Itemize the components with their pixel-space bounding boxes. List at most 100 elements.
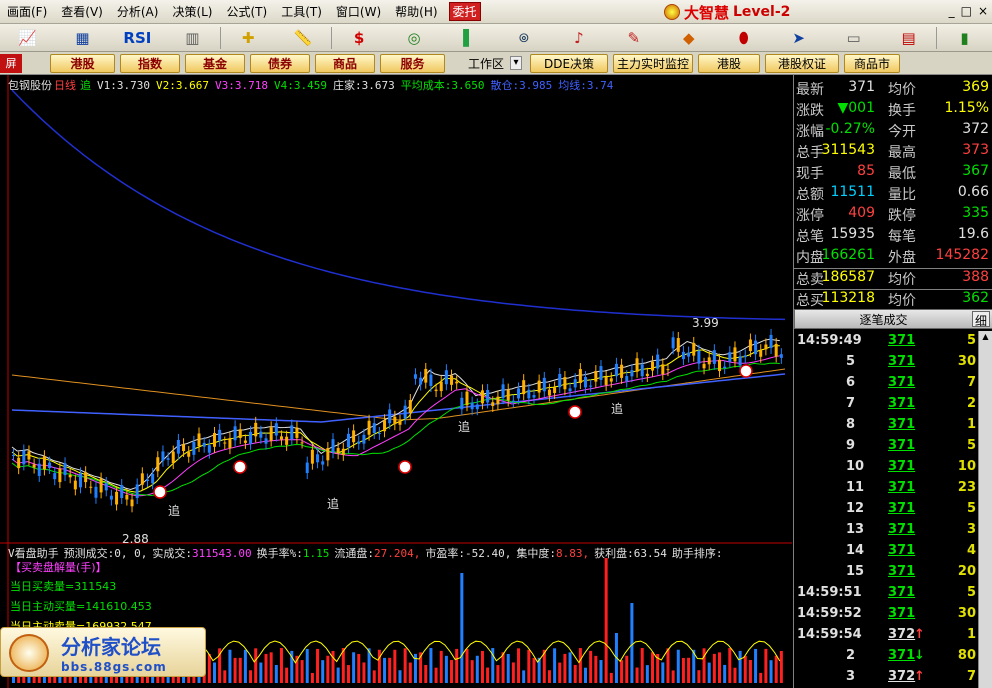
ma-value-3: 3.459 [293, 79, 327, 92]
monitor-icon[interactable]: ▭ [835, 26, 872, 50]
brand: 大智慧 Level-2 [664, 2, 790, 22]
tick-row: 3 372 ↑ 7 [794, 669, 976, 688]
nav-button-0[interactable]: 港股 [50, 53, 115, 73]
menu-item-5[interactable]: 工具(T) [274, 3, 329, 20]
kline-chart[interactable]: 3.992.88追 追追追 [0, 75, 792, 688]
menu-item-order[interactable]: 委托 [448, 2, 481, 21]
nav-left-tab[interactable]: 屏 [0, 53, 22, 73]
volume-bar [738, 650, 742, 683]
window-icon[interactable]: ▤ [890, 26, 927, 50]
books-icon[interactable]: ▮ [946, 26, 983, 50]
candle-body [764, 344, 768, 350]
menu-item-1[interactable]: 查看(V) [54, 3, 110, 20]
workspace-dropdown-icon[interactable]: ▾ [510, 56, 523, 70]
tick-chart-icon[interactable]: ▦ [64, 26, 101, 50]
kline-chart-icon[interactable]: 📈 [9, 26, 46, 50]
volume-bar [645, 665, 649, 683]
menu-item-3[interactable]: 决策(L) [165, 3, 219, 20]
nav-button2-2[interactable]: 港股 [698, 53, 761, 73]
ma-value-1: 3.667 [175, 79, 209, 92]
scroll-up-icon[interactable]: ▲ [980, 332, 991, 343]
workspace-label[interactable]: 工作区 [462, 55, 510, 72]
tick-volume: 10 [957, 459, 976, 474]
tick-price: 371 [888, 417, 916, 432]
tick-time: 14:59:49 [797, 333, 862, 348]
candle-body [161, 451, 165, 461]
nav-button-5[interactable]: 服务 [380, 53, 445, 73]
nav-button-2[interactable]: 基金 [185, 53, 245, 73]
nav-button-4[interactable]: 商品 [315, 53, 375, 73]
nav-button2-4[interactable]: 商品市 [844, 53, 901, 73]
candle-body [145, 479, 149, 482]
ma-label-7: 均线: [558, 79, 587, 92]
kline-chart-area[interactable]: 3.99 2.88 追追追追 包钢股份 日线追 V1:3.730 V2:3.667 V3:3… [0, 75, 792, 688]
quote-value: 367 [962, 163, 989, 179]
volume-bar [352, 652, 356, 683]
candle-body [604, 376, 608, 385]
volume-bar [517, 648, 521, 683]
ruler-icon[interactable]: 📏 [285, 26, 322, 50]
menu-item-4[interactable]: 公式(T) [220, 3, 275, 20]
quote-row: 总笔 15935 每笔 19.6 [794, 226, 992, 247]
menu-item-2[interactable]: 分析(A) [110, 3, 166, 20]
tick-row: 8 371 1 [794, 417, 976, 438]
quote-value: 15935 [830, 226, 875, 242]
candle-body [17, 457, 21, 469]
tick-detail-button[interactable]: 细 [972, 311, 990, 328]
tick-row: 11 371 23 [794, 480, 976, 501]
crosshair-icon[interactable]: ✚ [230, 26, 267, 50]
tick-time: 11 [846, 480, 865, 495]
note-icon[interactable]: ✎ [615, 26, 652, 50]
candle-body [295, 427, 299, 438]
rsi-icon[interactable]: RSI [119, 26, 156, 50]
bell-icon[interactable]: ♪ [560, 26, 597, 50]
volume-bar [429, 648, 433, 683]
tick-scrollbar[interactable]: ▲ [978, 331, 992, 688]
candle-body [460, 397, 464, 410]
candle-body [779, 354, 783, 358]
nav-button2-3[interactable]: 港股权证 [765, 53, 840, 73]
menu-item-0[interactable]: 画面(F) [0, 3, 54, 20]
quote-value: 388 [962, 269, 989, 285]
color-bars-icon[interactable]: ▌ [450, 26, 487, 50]
brand-title: 大智慧 [684, 3, 730, 22]
candle-body [228, 438, 232, 449]
glasses-icon[interactable]: ◎ [396, 26, 433, 50]
quote-value: 372 [962, 121, 989, 137]
candle-body [171, 451, 175, 464]
chart-legend: 包钢股份 日线追 V1:3.730 V2:3.667 V3:3.718 V4:3.459 庄… [8, 77, 619, 93]
volume-bar [661, 662, 665, 683]
nav-button2-0[interactable]: DDE决策 [530, 53, 609, 73]
arrow-icon[interactable]: ➤ [780, 26, 817, 50]
volume-bar [279, 648, 283, 683]
volume-bar [444, 655, 448, 683]
volume-bar [584, 667, 588, 683]
diamond-icon[interactable]: ◆ [670, 26, 707, 50]
binoculars-icon[interactable]: ⌾ [505, 26, 542, 50]
minimize-button[interactable]: _ [949, 4, 955, 18]
dollar-icon[interactable]: $ [341, 26, 378, 50]
candle-body [94, 486, 98, 498]
sub-legend-label-4: 流通盘: [334, 547, 374, 560]
quote-value: 362 [962, 290, 989, 306]
nav-button-3[interactable]: 债券 [250, 53, 310, 73]
candle-body [212, 432, 216, 447]
nav-button-1[interactable]: 指数 [120, 53, 180, 73]
pill-icon[interactable]: ⬮ [725, 26, 762, 50]
nav-button2-1[interactable]: 主力实时监控 [613, 53, 694, 73]
tick-volume: 5 [966, 438, 976, 453]
candle-body [377, 433, 381, 435]
chart-period[interactable]: 日线 [54, 79, 76, 92]
candle-body [769, 334, 773, 348]
close-button[interactable]: × [978, 4, 988, 18]
menu-item-6[interactable]: 窗口(W) [329, 3, 388, 20]
restore-button[interactable]: □ [961, 4, 972, 18]
tick-price: 371 [888, 522, 916, 537]
menu-item-7[interactable]: 帮助(H) [388, 3, 444, 20]
watermark-url: bbs.88gs.com [61, 659, 167, 674]
candle-body [197, 433, 201, 447]
quote-row: 涨停 409 跌停 335 [794, 205, 992, 226]
volume-bar [522, 670, 526, 683]
volume-bar [506, 653, 510, 683]
indicator-grid-icon[interactable]: ▥ [174, 26, 211, 50]
